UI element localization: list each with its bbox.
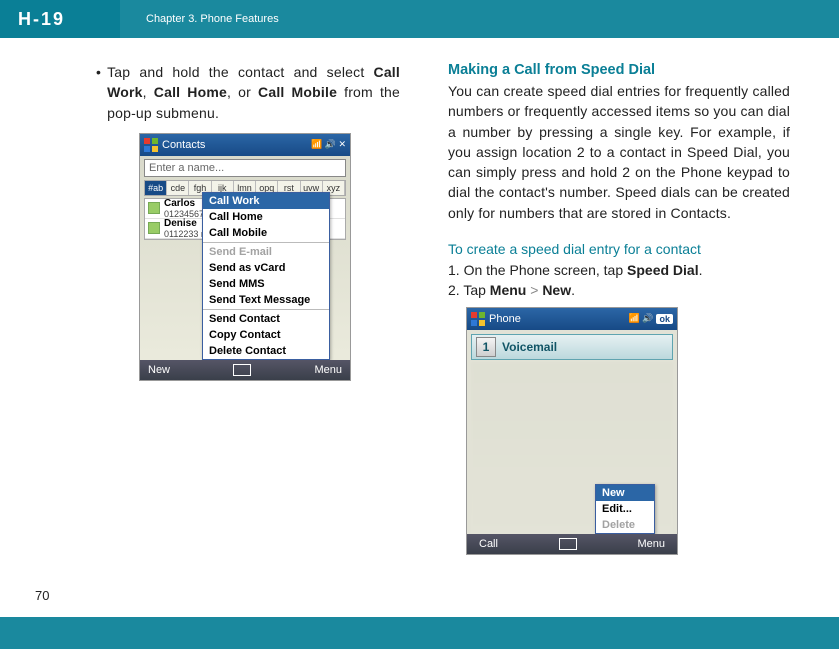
alpha-cell[interactable]: #ab <box>145 181 167 195</box>
titlebar: Contacts 📶 🔊 ✕ <box>140 134 350 156</box>
softkey-bar: New Menu <box>140 360 350 380</box>
menu-call-mobile[interactable]: Call Mobile <box>203 225 329 241</box>
alpha-cell[interactable]: cde <box>167 181 189 195</box>
new-label: New <box>542 282 571 298</box>
menu-separator <box>203 309 329 310</box>
footer-band <box>0 617 839 649</box>
content-columns: • Tap and hold the contact and select Ca… <box>0 38 839 555</box>
screenshot-speed-dial: Phone 📶 🔊 ok 1 Voicemail New Edit... Del… <box>466 307 678 555</box>
step-1: 1. On the Phone screen, tap Speed Dial. <box>448 260 790 280</box>
windows-icon <box>471 312 485 326</box>
menu-call-work[interactable]: Call Work <box>203 193 329 209</box>
voicemail-label: Voicemail <box>502 340 557 354</box>
keyboard-icon[interactable] <box>233 364 251 376</box>
menu-edit[interactable]: Edit... <box>596 501 654 517</box>
menu-separator <box>203 242 329 243</box>
bullet-dot: • <box>96 62 101 123</box>
menu-send-email[interactable]: Send E-mail <box>203 244 329 260</box>
keyboard-icon[interactable] <box>559 538 577 550</box>
menu-label: Menu <box>490 282 527 298</box>
header-left-box: H-19 <box>0 0 120 38</box>
step-2: 2. Tap Menu > New. <box>448 280 790 300</box>
contact-icon <box>148 202 160 214</box>
menu-delete[interactable]: Delete <box>596 517 654 533</box>
context-menu: Call Work Call Home Call Mobile Send E-m… <box>202 192 330 360</box>
contact-icon <box>148 222 160 234</box>
menu-send-vcard[interactable]: Send as vCard <box>203 260 329 276</box>
left-column: • Tap and hold the contact and select Ca… <box>90 62 400 555</box>
call-home-label: Call Home <box>154 84 227 100</box>
menu-copy-contact[interactable]: Copy Contact <box>203 327 329 343</box>
procedure-heading: To create a speed dial entry for a conta… <box>448 241 790 257</box>
softkey-right[interactable]: Menu <box>314 364 342 376</box>
voicemail-entry[interactable]: 1 Voicemail <box>471 334 673 360</box>
status-icons: 📶 🔊 ✕ <box>311 139 346 150</box>
ok-button[interactable]: ok <box>656 314 673 324</box>
bullet-intro: Tap and hold the contact and select <box>107 64 373 80</box>
header-band: H-19 Chapter 3. Phone Features <box>0 0 839 38</box>
right-column: Making a Call from Speed Dial You can cr… <box>448 62 790 555</box>
titlebar-text: Contacts <box>162 139 205 151</box>
menu-call-home[interactable]: Call Home <box>203 209 329 225</box>
menu-delete-contact[interactable]: Delete Contact <box>203 343 329 359</box>
step2-a: 2. Tap <box>448 282 490 298</box>
menu-new[interactable]: New <box>596 485 654 501</box>
softkey-left[interactable]: Call <box>479 538 498 550</box>
bullet-text: Tap and hold the contact and select Call… <box>107 62 400 123</box>
step1-text: 1. On the Phone screen, tap <box>448 262 627 278</box>
step2-end: . <box>571 282 575 298</box>
screenshot-contacts: Contacts 📶 🔊 ✕ Enter a name... #ab cde f… <box>139 133 351 381</box>
name-search-input[interactable]: Enter a name... <box>144 159 346 177</box>
softkey-right[interactable]: Menu <box>637 538 665 550</box>
sep1: , <box>143 84 154 100</box>
menu-send-contact[interactable]: Send Contact <box>203 311 329 327</box>
call-mobile-label: Call Mobile <box>258 84 337 100</box>
page-number: 70 <box>35 588 49 603</box>
menu-send-mms[interactable]: Send MMS <box>203 276 329 292</box>
windows-icon <box>144 138 158 152</box>
speed-dial-key-1: 1 <box>476 337 496 357</box>
menu-send-text[interactable]: Send Text Message <box>203 292 329 308</box>
logo: H-19 <box>18 9 65 30</box>
gt-symbol: > <box>526 282 542 298</box>
bullet-item: • Tap and hold the contact and select Ca… <box>90 62 400 123</box>
status-area: 📶 🔊 ok <box>629 313 673 324</box>
speed-dial-label: Speed Dial <box>627 262 699 278</box>
titlebar: Phone 📶 🔊 ok <box>467 308 677 330</box>
titlebar-text: Phone <box>489 313 521 325</box>
section-body: You can create speed dial entries for fr… <box>448 81 790 223</box>
chapter-title: Chapter 3. Phone Features <box>146 13 279 25</box>
sep2: , or <box>227 84 258 100</box>
softkey-bar: Call Menu <box>467 534 677 554</box>
popup-menu: New Edit... Delete <box>595 484 655 534</box>
softkey-left[interactable]: New <box>148 364 170 376</box>
section-heading: Making a Call from Speed Dial <box>448 62 790 78</box>
step1-end: . <box>699 262 703 278</box>
